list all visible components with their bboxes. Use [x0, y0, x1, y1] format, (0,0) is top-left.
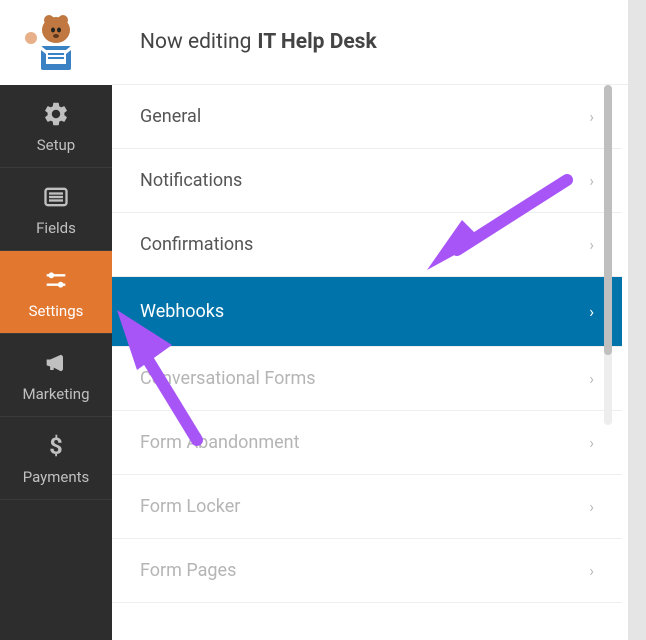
settings-item-label: Conversational Forms — [140, 368, 316, 389]
settings-item-conversational-forms[interactable]: Conversational Forms › — [112, 347, 622, 411]
settings-item-confirmations[interactable]: Confirmations › — [112, 213, 622, 277]
settings-item-webhooks[interactable]: Webhooks › — [112, 277, 622, 347]
dollar-icon: $ — [40, 430, 72, 462]
settings-item-label: Confirmations — [140, 234, 253, 255]
chevron-right-icon: › — [589, 561, 594, 580]
scrollbar-thumb[interactable] — [604, 85, 612, 355]
sidebar: Setup Fields Settings Marketing $ Paymen… — [0, 0, 112, 640]
right-gutter — [628, 0, 646, 640]
chevron-right-icon: › — [589, 235, 594, 254]
chevron-right-icon: › — [589, 369, 594, 388]
chevron-right-icon: › — [589, 107, 594, 126]
settings-item-label: Notifications — [140, 170, 242, 191]
settings-item-general[interactable]: General › — [112, 85, 622, 149]
nav-label: Marketing — [22, 385, 89, 403]
settings-item-label: Form Pages — [140, 560, 236, 581]
settings-item-label: Form Locker — [140, 496, 240, 517]
nav-item-setup[interactable]: Setup — [0, 85, 112, 168]
settings-item-label: Webhooks — [140, 301, 224, 322]
settings-item-form-pages[interactable]: Form Pages › — [112, 539, 622, 603]
settings-item-label: Form Abandonment — [140, 432, 299, 453]
app-logo — [0, 0, 112, 85]
svg-text:$: $ — [49, 432, 62, 460]
settings-item-notifications[interactable]: Notifications › — [112, 149, 622, 213]
bullhorn-icon — [40, 347, 72, 379]
nav-label: Fields — [36, 219, 76, 237]
form-title: IT Help Desk — [257, 30, 376, 54]
settings-list: General › Notifications › Confirmations … — [112, 85, 628, 640]
wpforms-logo — [21, 8, 91, 78]
list-icon — [40, 181, 72, 213]
chevron-right-icon: › — [589, 433, 594, 452]
main-panel: Now editing IT Help Desk General › Notif… — [112, 0, 628, 640]
chevron-right-icon: › — [589, 171, 594, 190]
page-header: Now editing IT Help Desk — [112, 0, 628, 85]
gear-icon — [40, 98, 72, 130]
settings-item-form-locker[interactable]: Form Locker › — [112, 475, 622, 539]
nav-label: Payments — [23, 468, 90, 486]
nav-item-marketing[interactable]: Marketing — [0, 334, 112, 417]
nav-item-payments[interactable]: $ Payments — [0, 417, 112, 500]
settings-item-label: General — [140, 106, 201, 127]
sliders-icon — [40, 264, 72, 296]
chevron-right-icon: › — [589, 302, 594, 321]
editing-prefix: Now editing — [140, 30, 251, 54]
nav-label: Setup — [37, 136, 75, 154]
scrollbar[interactable] — [604, 85, 612, 425]
nav-item-fields[interactable]: Fields — [0, 168, 112, 251]
chevron-right-icon: › — [589, 497, 594, 516]
nav-label: Settings — [29, 302, 84, 320]
nav-item-settings[interactable]: Settings — [0, 251, 112, 334]
settings-item-form-abandonment[interactable]: Form Abandonment › — [112, 411, 622, 475]
